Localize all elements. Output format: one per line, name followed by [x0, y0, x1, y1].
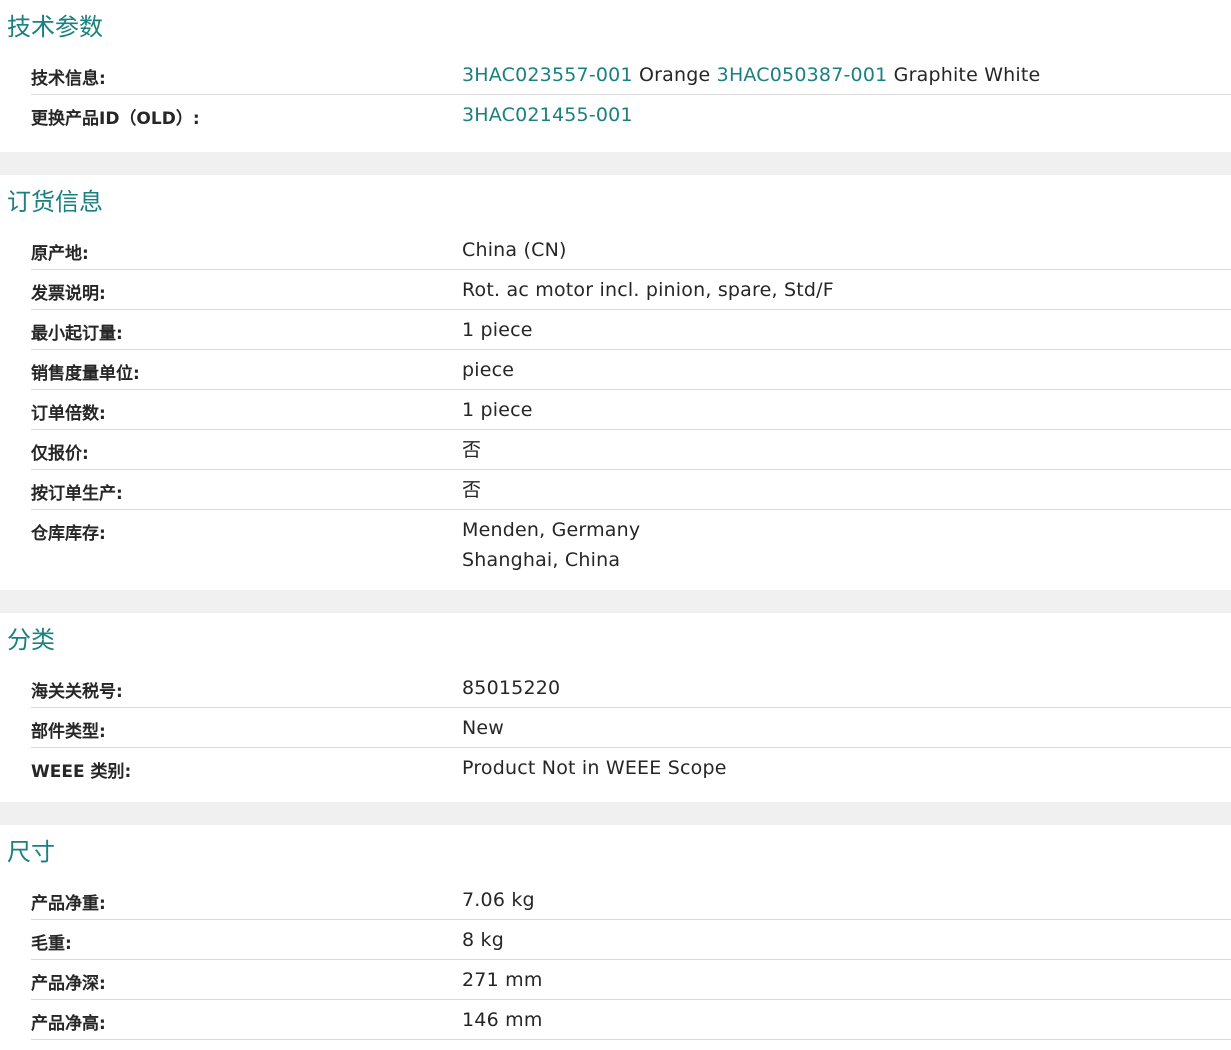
tech-section: 技术参数 技术信息: 3HAC023557-001 Orange 3HAC050…	[0, 0, 1231, 152]
classification-row-weee: WEEE 类别: Product Not in WEEE Scope	[31, 748, 1231, 787]
classification-row-customs: 海关关税号: 85015220	[31, 668, 1231, 708]
order-row-min-qty: 最小起订量: 1 piece	[31, 310, 1231, 350]
classification-section: 分类 海关关税号: 85015220 部件类型: New WEEE 类别: Pr…	[0, 613, 1231, 802]
dimensions-row-net-height: 产品净高: 146 mm	[31, 1000, 1231, 1040]
order-row-origin: 原产地: China (CN)	[31, 230, 1231, 270]
replace-id-link[interactable]: 3HAC021455-001	[462, 104, 633, 126]
part-color-orange: Orange	[632, 64, 717, 86]
dimensions-label: 产品净高:	[31, 1014, 106, 1034]
warehouse-item: Shanghai, China	[462, 549, 621, 571]
order-section: 订货信息 原产地: China (CN) 发票说明: Rot. ac motor…	[0, 175, 1231, 590]
classification-section-title: 分类	[7, 626, 55, 654]
dimensions-row-gross-weight: 毛重: 8 kg	[31, 920, 1231, 960]
part-link-graphite-white[interactable]: 3HAC050387-001	[717, 64, 888, 86]
order-rows: 原产地: China (CN) 发票说明: Rot. ac motor incl…	[31, 230, 1231, 579]
dimensions-value: 271 mm	[462, 969, 543, 991]
order-value: piece	[462, 359, 515, 381]
tech-section-title: 技术参数	[7, 13, 103, 41]
order-row-multiple: 订单倍数: 1 piece	[31, 390, 1231, 430]
warehouse-item: Menden, Germany	[462, 519, 641, 541]
tech-rows: 技术信息: 3HAC023557-001 Orange 3HAC050387-0…	[31, 55, 1231, 134]
section-divider	[0, 152, 1231, 175]
tech-info-label: 技术信息:	[31, 69, 106, 89]
dimensions-rows: 产品净重: 7.06 kg 毛重: 8 kg 产品净深: 271 mm 产品净高…	[31, 880, 1231, 1040]
classification-value: Product Not in WEEE Scope	[462, 757, 727, 779]
dimensions-value: 7.06 kg	[462, 889, 535, 911]
dimensions-section-title: 尺寸	[7, 838, 55, 866]
order-row-quote-only: 仅报价: 否	[31, 430, 1231, 470]
dimensions-value: 146 mm	[462, 1009, 543, 1031]
replace-id-value: 3HAC021455-001	[462, 95, 1231, 134]
dimensions-row-net-weight: 产品净重: 7.06 kg	[31, 880, 1231, 920]
order-label: 销售度量单位:	[31, 364, 140, 384]
order-label: 仅报价:	[31, 444, 89, 464]
order-label: 发票说明:	[31, 284, 106, 304]
classification-row-part-type: 部件类型: New	[31, 708, 1231, 748]
tech-info-value: 3HAC023557-001 Orange 3HAC050387-001 Gra…	[462, 55, 1231, 94]
dimensions-value: 8 kg	[462, 929, 504, 951]
replace-id-row: 更换产品ID（OLD）: 3HAC021455-001	[31, 95, 1231, 134]
dimensions-section: 尺寸 产品净重: 7.06 kg 毛重: 8 kg 产品净深: 271 mm 产…	[0, 825, 1231, 1040]
order-label: 最小起订量:	[31, 324, 123, 344]
order-row-make-to-order: 按订单生产: 否	[31, 470, 1231, 510]
warehouse-list: Menden, Germany Shanghai, China	[462, 510, 1231, 579]
order-row-warehouse: 仓库库存: Menden, Germany Shanghai, China	[31, 510, 1231, 579]
section-divider	[0, 802, 1231, 825]
order-label: 按订单生产:	[31, 484, 123, 504]
part-link-orange[interactable]: 3HAC023557-001	[462, 64, 633, 86]
dimensions-label: 产品净重:	[31, 894, 106, 914]
classification-label: WEEE 类别:	[31, 762, 132, 782]
order-value: China (CN)	[462, 239, 567, 261]
classification-value: New	[462, 717, 505, 739]
classification-value: 85015220	[462, 677, 561, 699]
order-label: 订单倍数:	[31, 404, 106, 424]
order-row-uom: 销售度量单位: piece	[31, 350, 1231, 390]
classification-label: 海关关税号:	[31, 682, 123, 702]
warehouse-label: 仓库库存:	[31, 524, 106, 544]
order-label: 原产地:	[31, 244, 89, 264]
order-value: 否	[462, 479, 482, 501]
order-value: Rot. ac motor incl. pinion, spare, Std/F	[462, 279, 834, 301]
replace-id-label: 更换产品ID（OLD）:	[31, 109, 200, 129]
dimensions-label: 产品净深:	[31, 974, 106, 994]
section-divider	[0, 590, 1231, 613]
classification-rows: 海关关税号: 85015220 部件类型: New WEEE 类别: Produ…	[31, 668, 1231, 787]
dimensions-label: 毛重:	[31, 934, 72, 954]
order-section-title: 订货信息	[7, 188, 103, 216]
part-color-graphite-white: Graphite White	[887, 64, 1041, 86]
dimensions-row-net-depth: 产品净深: 271 mm	[31, 960, 1231, 1000]
order-value: 1 piece	[462, 399, 533, 421]
tech-info-row: 技术信息: 3HAC023557-001 Orange 3HAC050387-0…	[31, 55, 1231, 95]
order-value: 否	[462, 439, 482, 461]
classification-label: 部件类型:	[31, 722, 106, 742]
order-value: 1 piece	[462, 319, 533, 341]
order-row-invoice: 发票说明: Rot. ac motor incl. pinion, spare,…	[31, 270, 1231, 310]
